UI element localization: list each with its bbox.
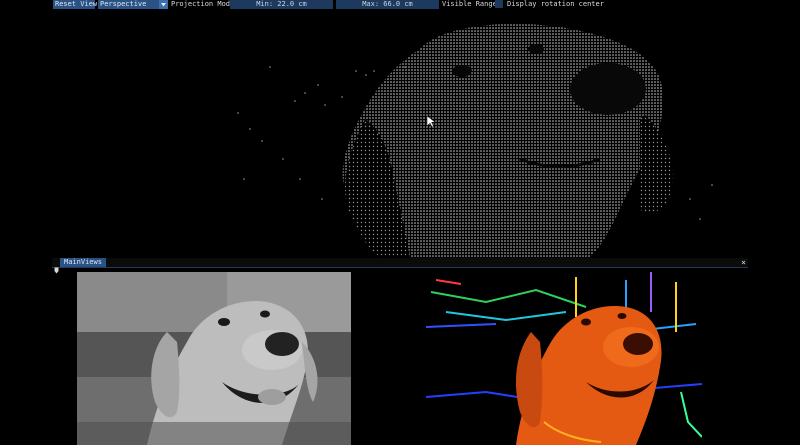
top-toolbar: Reset View Perspective Projection Mode M… bbox=[0, 0, 800, 9]
reset-view-button[interactable]: Reset View bbox=[53, 0, 97, 9]
min-range-slider[interactable]: Min: 22.0 cm bbox=[230, 0, 333, 9]
projection-mode-label: Projection Mode bbox=[171, 0, 235, 8]
point-cloud-view[interactable] bbox=[0, 9, 800, 258]
projection-mode-dropdown[interactable]: Perspective bbox=[98, 0, 168, 9]
main-views-panel-header: MainViews × bbox=[52, 258, 748, 274]
depth-colormap-view bbox=[426, 272, 702, 445]
triangle-down-icon bbox=[159, 0, 168, 9]
max-range-slider[interactable]: Max: 66.0 cm bbox=[336, 0, 439, 9]
main-views-tab[interactable]: MainViews bbox=[60, 258, 106, 267]
projection-mode-value: Perspective bbox=[100, 0, 147, 8]
grayscale-camera-view bbox=[77, 272, 351, 445]
close-icon[interactable]: × bbox=[741, 258, 746, 267]
visible-range-label: Visible Range bbox=[442, 0, 497, 8]
rotation-center-checkbox[interactable] bbox=[495, 0, 503, 8]
pin-icon[interactable] bbox=[54, 259, 59, 278]
dog-point-cloud bbox=[342, 23, 674, 258]
rotation-center-label: Display rotation center bbox=[507, 0, 604, 8]
